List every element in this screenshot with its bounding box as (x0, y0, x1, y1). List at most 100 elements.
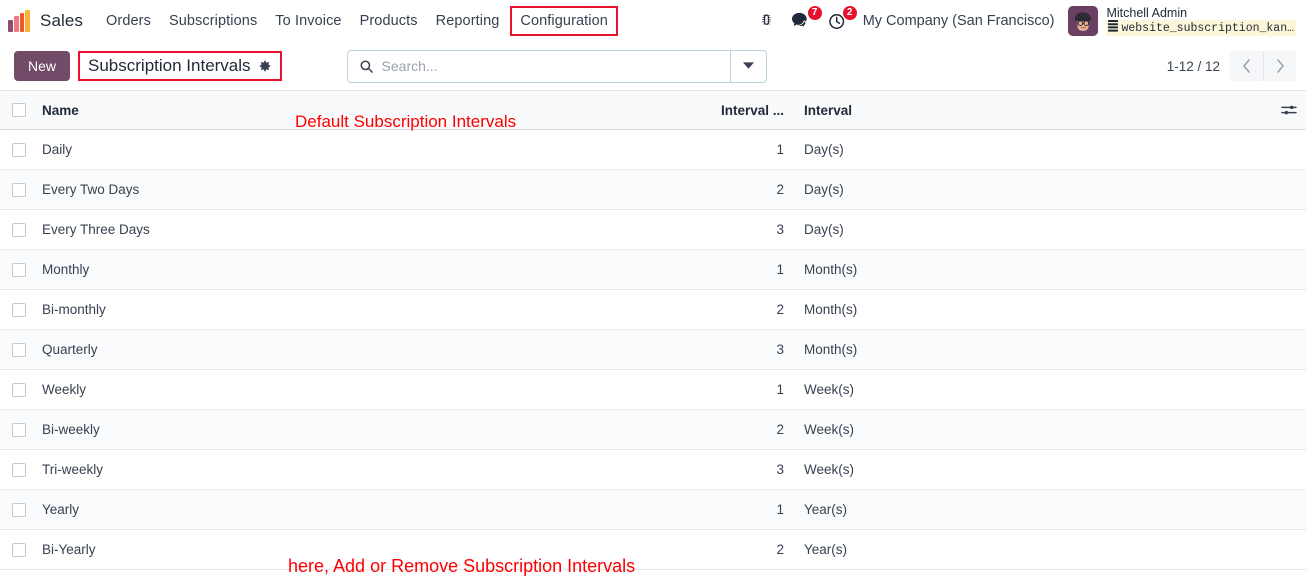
records-table: Name Interval ... Interval Daily 1 Day(s… (0, 90, 1306, 570)
select-all-header (0, 90, 34, 130)
cell-interval-number: 1 (694, 129, 794, 170)
cell-interval-unit: Year(s) (794, 489, 1272, 530)
nav-item-subscriptions[interactable]: Subscriptions (160, 8, 266, 34)
search-toggle-chevron-down-icon[interactable] (729, 50, 766, 82)
user-menu[interactable]: Mitchell Admin website_subscription_kan… (1068, 6, 1296, 37)
database-name: website_subscription_kan… (1121, 21, 1294, 35)
row-checkbox[interactable] (12, 182, 26, 197)
pager-buttons (1230, 51, 1296, 81)
cell-optional (1272, 529, 1306, 570)
column-settings-icon[interactable] (1280, 103, 1298, 117)
pager-next-chevron-right-icon[interactable] (1263, 51, 1296, 81)
cell-interval-number: 3 (694, 449, 794, 490)
table-row[interactable]: Quarterly 3 Month(s) (0, 329, 1306, 370)
row-checkbox[interactable] (12, 262, 26, 277)
row-checkbox[interactable] (12, 382, 26, 397)
app-brand-sales[interactable]: Sales (40, 11, 83, 31)
table-row[interactable]: Bi-weekly 2 Week(s) (0, 409, 1306, 450)
row-checkbox[interactable] (12, 302, 26, 317)
cell-interval-unit: Day(s) (794, 169, 1272, 210)
row-select-cell (0, 449, 34, 490)
cell-name: Daily (34, 129, 694, 170)
search-view[interactable] (346, 49, 767, 83)
cell-interval-number: 2 (694, 289, 794, 330)
cell-interval-unit: Week(s) (794, 409, 1272, 450)
row-checkbox[interactable] (12, 422, 26, 437)
cell-interval-number: 2 (694, 409, 794, 450)
cell-interval-number: 3 (694, 329, 794, 370)
cell-optional (1272, 489, 1306, 530)
table-row[interactable]: Weekly 1 Week(s) (0, 369, 1306, 410)
table-row[interactable]: Bi-monthly 2 Month(s) (0, 289, 1306, 330)
table-row[interactable]: Monthly 1 Month(s) (0, 249, 1306, 290)
cell-optional (1272, 209, 1306, 250)
cell-interval-unit: Week(s) (794, 369, 1272, 410)
cell-name: Every Two Days (34, 169, 694, 210)
user-name: Mitchell Admin (1106, 5, 1188, 20)
user-avatar[interactable] (1068, 6, 1099, 36)
cell-interval-unit: Month(s) (794, 249, 1272, 290)
row-checkbox[interactable] (12, 142, 26, 157)
cell-interval-unit: Week(s) (794, 449, 1272, 490)
nav-item-products[interactable]: Products (351, 8, 427, 34)
row-select-cell (0, 249, 34, 290)
nav-item-to-invoice[interactable]: To Invoice (266, 8, 350, 34)
activities-clock-icon[interactable]: 2 (828, 4, 858, 31)
cell-interval-unit: Month(s) (794, 329, 1272, 370)
cell-name: Bi-weekly (34, 409, 694, 450)
database-icon (1108, 20, 1119, 36)
table-body: Daily 1 Day(s) Every Two Days 2 Day(s) Every T… (0, 129, 1306, 570)
row-checkbox[interactable] (12, 222, 26, 237)
search-input[interactable] (381, 50, 730, 82)
search-icon (348, 59, 382, 74)
page-root: Sales Orders Subscriptions To Invoice Pr… (0, 0, 1306, 585)
cell-optional (1272, 369, 1306, 410)
cell-name: Tri-weekly (34, 449, 694, 490)
column-header-interval-unit[interactable]: Interval (794, 90, 1272, 130)
cell-optional (1272, 249, 1306, 290)
breadcrumb[interactable]: Subscription Intervals (78, 51, 282, 81)
cell-optional (1272, 449, 1306, 490)
select-all-checkbox[interactable] (12, 103, 26, 117)
row-select-cell (0, 489, 34, 530)
row-select-cell (0, 529, 34, 570)
row-checkbox[interactable] (12, 502, 26, 517)
pager-previous-chevron-left-icon[interactable] (1230, 51, 1263, 81)
row-select-cell (0, 289, 34, 330)
page-title: Subscription Intervals (88, 56, 251, 75)
cell-interval-unit: Day(s) (794, 129, 1272, 170)
row-checkbox[interactable] (12, 542, 26, 557)
column-header-interval-number[interactable]: Interval ... (694, 90, 794, 130)
table-row[interactable]: Daily 1 Day(s) (0, 129, 1306, 170)
nav-item-configuration[interactable]: Configuration (510, 6, 618, 36)
new-button[interactable]: New (14, 51, 71, 81)
user-info: Mitchell Admin website_subscription_kan… (1106, 6, 1296, 37)
cell-interval-number: 3 (694, 209, 794, 250)
messages-icon[interactable]: 7 (791, 4, 823, 31)
header-row: Name Interval ... Interval (0, 90, 1306, 130)
cell-name: Yearly (34, 489, 694, 530)
company-switcher[interactable]: My Company (San Francisco) (863, 13, 1055, 29)
row-checkbox[interactable] (12, 462, 26, 477)
gear-icon[interactable] (258, 59, 272, 73)
row-checkbox[interactable] (12, 342, 26, 357)
sales-app-bars-icon[interactable] (8, 10, 30, 32)
cell-interval-unit: Year(s) (794, 529, 1272, 570)
table-row[interactable]: Every Three Days 3 Day(s) (0, 209, 1306, 250)
table-row[interactable]: Bi-Yearly 2 Year(s) (0, 529, 1306, 570)
bug-icon[interactable] (758, 13, 775, 30)
table-row[interactable]: Every Two Days 2 Day(s) (0, 169, 1306, 210)
cell-optional (1272, 169, 1306, 210)
cell-name: Bi-monthly (34, 289, 694, 330)
table-row[interactable]: Tri-weekly 3 Week(s) (0, 449, 1306, 490)
nav-item-orders[interactable]: Orders (97, 8, 160, 34)
cell-interval-unit: Month(s) (794, 289, 1272, 330)
table-row[interactable]: Yearly 1 Year(s) (0, 489, 1306, 530)
list-view: Name Interval ... Interval Daily 1 Day(s… (0, 90, 1306, 570)
row-select-cell (0, 369, 34, 410)
nav-item-reporting[interactable]: Reporting (427, 8, 509, 34)
row-select-cell (0, 329, 34, 370)
top-navbar: Sales Orders Subscriptions To Invoice Pr… (0, 0, 1306, 42)
control-panel: New Subscription Intervals Search... 1-1… (0, 42, 1306, 90)
column-header-name[interactable]: Name (34, 90, 694, 130)
